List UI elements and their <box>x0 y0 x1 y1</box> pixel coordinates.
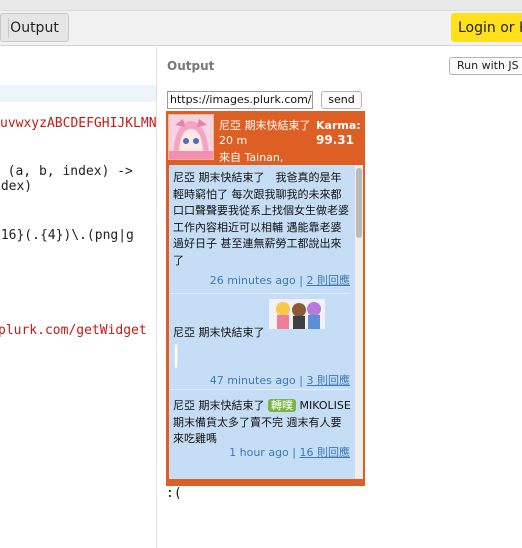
plurk-time: 1 hour ago <box>229 446 289 459</box>
meta-separator: | <box>292 446 296 459</box>
plurk-widget: 尼亞 期末快結束了 20 m 來自 Tainan, Karma: 99.31 尼… <box>166 111 365 486</box>
plurk-meta: 26 minutes ago | 2 則回應 <box>210 273 350 290</box>
plurk-feed[interactable]: 尼亞 期末快結束了 我爸真的是年輕時窮怕了 每次跟我聊我的未來都口口聲聲要我從系… <box>169 165 356 479</box>
active-line-highlight <box>0 85 156 102</box>
plurk-content: 尼亞 期末快結束了 轉噗 MIKOLISE 期末備貨太多了賣不完 週末有人要來吃… <box>173 398 352 448</box>
send-button[interactable]: send <box>321 91 362 109</box>
plurk-time: 47 minutes ago <box>209 374 296 387</box>
plurk-author: 尼亞 期末快結束了 <box>173 399 265 412</box>
karma-value: 99.31 <box>316 133 354 147</box>
user-location: 來自 Tainan, <box>219 151 284 164</box>
output-tab-label: Output <box>10 19 59 36</box>
tab-divider <box>0 18 9 38</box>
code-line: plurk.com/getWidget <box>0 323 147 338</box>
window-strip <box>0 0 522 11</box>
output-panel-title: Output <box>167 59 215 73</box>
avatar-image <box>169 115 213 159</box>
replurk-badge: 轉噗 <box>268 399 296 412</box>
login-button-label: Login or Re <box>458 19 522 36</box>
user-name[interactable]: 尼亞 期末快結束了 <box>219 117 311 133</box>
code-editor[interactable]: uvwxyzABCDEFGHIJKLMN ( (a, b, index) -> … <box>0 47 157 548</box>
top-toolbar: Output Login or Re <box>0 0 522 46</box>
code-line: uvwxyzABCDEFGHIJKLMN <box>0 116 157 131</box>
plurk-time: 26 minutes ago <box>209 274 296 287</box>
plurk-meta: 1 hour ago | 16 則回應 <box>229 445 350 462</box>
plurk-photo-thumbnail[interactable] <box>269 299 325 329</box>
plurk-meta: 47 minutes ago | 3 則回應 <box>210 373 350 390</box>
run-with-js-button[interactable]: Run with JS <box>449 57 522 75</box>
plurk-item: 尼亞 期末快結束了 47 minutes ago | 3 則回應 <box>169 295 356 390</box>
console-output: :( <box>166 486 182 501</box>
code-line: ( (a, b, index) -> <box>0 164 133 179</box>
plurk-item: 尼亞 期末快結束了 轉噗 MIKOLISE 期末備貨太多了賣不完 週末有人要來吃… <box>169 398 356 478</box>
plurk-replies-link[interactable]: 16 則回應 <box>300 446 351 459</box>
code-line: ndex) <box>0 179 33 194</box>
meta-separator: | <box>299 274 303 287</box>
plurk-divider <box>171 389 351 390</box>
plurk-text: 尼亞 期末快結束了 我爸真的是年輕時窮怕了 每次跟我聊我的未來都口口聲聲要我從系… <box>173 171 349 267</box>
widget-header: 尼亞 期末快結束了 20 m 來自 Tainan, Karma: 99.31 <box>166 111 365 164</box>
feed-scrollbar[interactable] <box>355 165 363 479</box>
code-line-text: (a, b, index) -> <box>7 164 133 179</box>
meta-separator: | <box>299 374 303 387</box>
plurk-item: 尼亞 期末快結束了 我爸真的是年輕時窮怕了 每次跟我聊我的未來都口口聲聲要我從系… <box>169 170 356 294</box>
output-tab[interactable]: Output <box>0 13 69 42</box>
url-input[interactable]: https://images.plurk.com/2 <box>167 91 313 109</box>
plurk-replies-link[interactable]: 2 則回應 <box>307 274 351 287</box>
login-button[interactable]: Login or Re <box>451 13 522 42</box>
plurk-text: 尼亞 期末快結束了 <box>173 326 265 339</box>
plurk-replies-link[interactable]: 3 則回應 <box>307 374 351 387</box>
plurk-divider <box>171 293 351 294</box>
user-avatar[interactable] <box>168 114 214 160</box>
user-time: 20 m <box>219 134 248 147</box>
plurk-small-image[interactable] <box>174 344 178 368</box>
photo-image <box>269 299 325 329</box>
code-line: {16}(.{4})\.(png|g <box>0 228 134 243</box>
karma-label: Karma: <box>316 119 361 132</box>
scrollbar-thumb[interactable] <box>356 168 362 238</box>
